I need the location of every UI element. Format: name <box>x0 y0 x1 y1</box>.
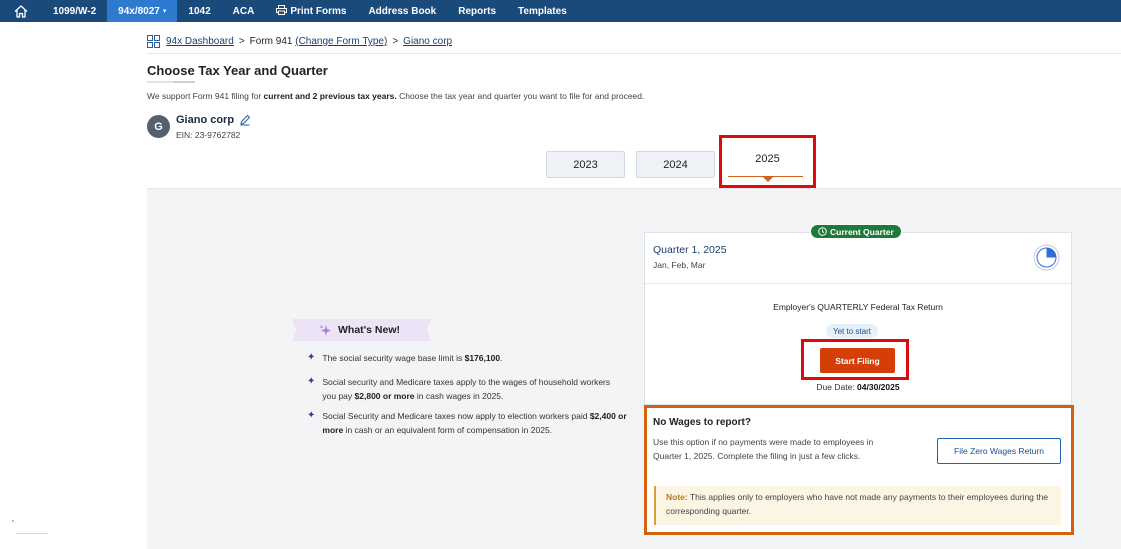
quarter-title: Quarter 1, 2025 <box>653 244 727 256</box>
change-form-type-link[interactable]: (Change Form Type) <box>295 36 387 47</box>
title-underline <box>147 81 195 83</box>
due-date-value: 04/30/2025 <box>857 382 900 392</box>
year-tab-2025[interactable]: 2025 <box>719 135 816 188</box>
nav-item-94x-8027[interactable]: 94x/8027 ▾ <box>107 0 178 22</box>
current-quarter-badge: Current Quarter <box>810 224 902 239</box>
active-tab-pointer <box>763 177 773 182</box>
no-wages-description: Use this option if no payments were made… <box>653 437 874 461</box>
nav-item-print-forms[interactable]: Print Forms <box>265 0 357 22</box>
whats-new-title: What's New! <box>338 324 401 336</box>
quarter-months: Jan, Feb, Mar <box>653 260 706 270</box>
breadcrumb-dashboard-link[interactable]: 94x Dashboard <box>166 36 234 47</box>
company-avatar: G <box>147 115 170 138</box>
no-wages-note: Note: This applies only to employers who… <box>654 486 1061 525</box>
chevron-down-icon: ▾ <box>162 8 167 15</box>
star-bullet-icon: ✦ <box>307 376 316 387</box>
year-label: 2023 <box>573 158 598 171</box>
whats-new-banner: What's New! <box>292 319 431 341</box>
pencil-icon[interactable] <box>239 114 251 126</box>
return-name: Employer's QUARTERLY Federal Tax Return <box>773 302 943 312</box>
decorative-mark <box>12 520 14 522</box>
nav-label: 94x/8027 <box>118 5 160 17</box>
year-tab-2024[interactable]: 2024 <box>636 151 715 178</box>
nav-label: 1099/W-2 <box>53 5 97 17</box>
nav-label: ACA <box>232 5 255 17</box>
start-filing-button[interactable]: Start Filing <box>820 348 895 373</box>
whats-new-item: ✦ The social security wage base limit is… <box>307 352 607 366</box>
nav-label: Print Forms <box>290 5 347 17</box>
breadcrumb: 94x Dashboard > Form 941 (Change Form Ty… <box>147 35 452 48</box>
nav-item-address-book[interactable]: Address Book <box>357 0 447 22</box>
company-name: Giano corp <box>176 114 251 126</box>
year-label: 2025 <box>755 152 780 165</box>
nav-item-1042[interactable]: 1042 <box>177 0 221 22</box>
due-date: Due Date: 04/30/2025 <box>644 382 1072 392</box>
nav-label: Address Book <box>368 5 437 17</box>
no-wages-title: No Wages to report? <box>653 417 751 428</box>
star-bullet-icon: ✦ <box>307 352 316 363</box>
nav-item-1099-w2[interactable]: 1099/W-2 <box>42 0 107 22</box>
year-tab-2023[interactable]: 2023 <box>546 151 625 178</box>
note-label: Note: <box>666 492 688 502</box>
quarter-card-header <box>645 233 1071 284</box>
item-text: in cash or an equivalent form of compens… <box>343 424 553 435</box>
nav-label: Reports <box>458 5 497 17</box>
whats-new-item: ✦ Social security and Medicare taxes app… <box>307 376 617 403</box>
breadcrumb-company-link[interactable]: Giano corp <box>403 36 452 47</box>
breadcrumb-form: Form 941 <box>249 36 293 47</box>
top-nav: 1099/W-2 94x/8027 ▾ 1042 ACA Print Forms … <box>0 0 1121 22</box>
year-label: 2024 <box>663 158 688 171</box>
page-title: Choose Tax Year and Quarter <box>147 63 328 78</box>
item-text: The social security wage base limit is <box>322 353 465 363</box>
subtitle-bold: current and 2 previous tax years. <box>263 91 397 101</box>
sparkle-icon <box>319 324 332 337</box>
company-ein: EIN: 23-9762782 <box>176 130 241 140</box>
item-text: . <box>500 353 503 363</box>
item-text: in cash wages in 2025. <box>414 390 504 401</box>
decorative-line <box>16 533 48 534</box>
subtitle-text: Choose the tax year and quarter you want… <box>396 91 645 101</box>
nav-label: 1042 <box>188 5 211 17</box>
star-bullet-icon: ✦ <box>307 410 316 421</box>
clock-icon <box>818 227 827 236</box>
badge-text: Current Quarter <box>830 226 894 237</box>
nav-label: Templates <box>518 5 567 17</box>
file-zero-wages-button[interactable]: File Zero Wages Return <box>937 438 1061 464</box>
dashboard-grid-icon <box>147 35 160 48</box>
nav-item-templates[interactable]: Templates <box>507 0 578 22</box>
due-label: Due Date: <box>816 382 858 392</box>
company-name-text: Giano corp <box>176 114 235 126</box>
item-bold: $2,800 or more <box>354 390 415 401</box>
subtitle-text: We support Form 941 filing for <box>147 91 264 101</box>
note-text: This applies only to employers who have … <box>666 492 1049 516</box>
page-subtitle: We support Form 941 filing for current a… <box>147 91 644 101</box>
breadcrumb-separator: > <box>238 36 245 47</box>
breadcrumb-separator: > <box>392 36 399 47</box>
nav-item-aca[interactable]: ACA <box>222 0 266 22</box>
home-icon[interactable] <box>0 0 42 22</box>
whats-new-item: ✦ Social Security and Medicare taxes now… <box>307 410 627 437</box>
filing-status-badge: Yet to start <box>826 324 878 338</box>
nav-item-reports[interactable]: Reports <box>447 0 507 22</box>
item-bold: $176,100 <box>464 353 501 363</box>
quarter-progress-pie-icon <box>1033 244 1060 271</box>
item-text: Social Security and Medicare taxes now a… <box>322 411 590 421</box>
printer-icon <box>276 4 288 18</box>
divider <box>147 53 1121 54</box>
